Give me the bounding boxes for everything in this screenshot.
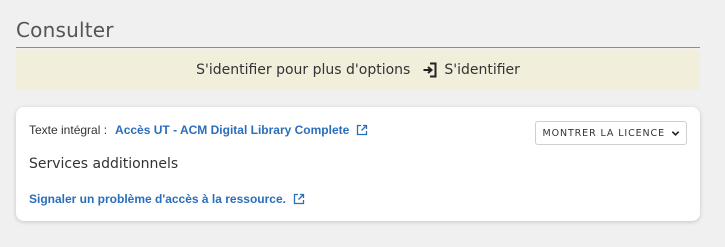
login-prompt-text: S'identifier pour plus d'options [196,62,411,78]
access-card: Texte intégral : Accès UT - ACM Digital … [16,107,700,221]
services-heading: Services additionnels [29,156,179,172]
fulltext-label: Texte intégral : [29,123,108,137]
login-bar: S'identifier pour plus d'options S'ident… [16,50,700,90]
fulltext-row: Texte intégral : Accès UT - ACM Digital … [29,123,368,137]
sign-in-button[interactable]: S'identifier [422,62,520,78]
external-link-icon[interactable] [356,124,368,136]
show-license-label: MONTRER LA LICENCE [542,127,665,139]
show-license-button[interactable]: MONTRER LA LICENCE [535,121,687,145]
report-problem-link[interactable]: Signaler un problème d'accès à la ressou… [29,192,286,206]
fulltext-link[interactable]: Accès UT - ACM Digital Library Complete [115,123,349,137]
section-title: Consulter [16,18,114,42]
divider [16,47,700,48]
external-link-icon[interactable] [293,193,305,205]
sign-in-icon [423,62,437,78]
sign-in-label: S'identifier [444,62,520,78]
chevron-down-icon [671,130,680,136]
report-row: Signaler un problème d'accès à la ressou… [29,192,305,206]
